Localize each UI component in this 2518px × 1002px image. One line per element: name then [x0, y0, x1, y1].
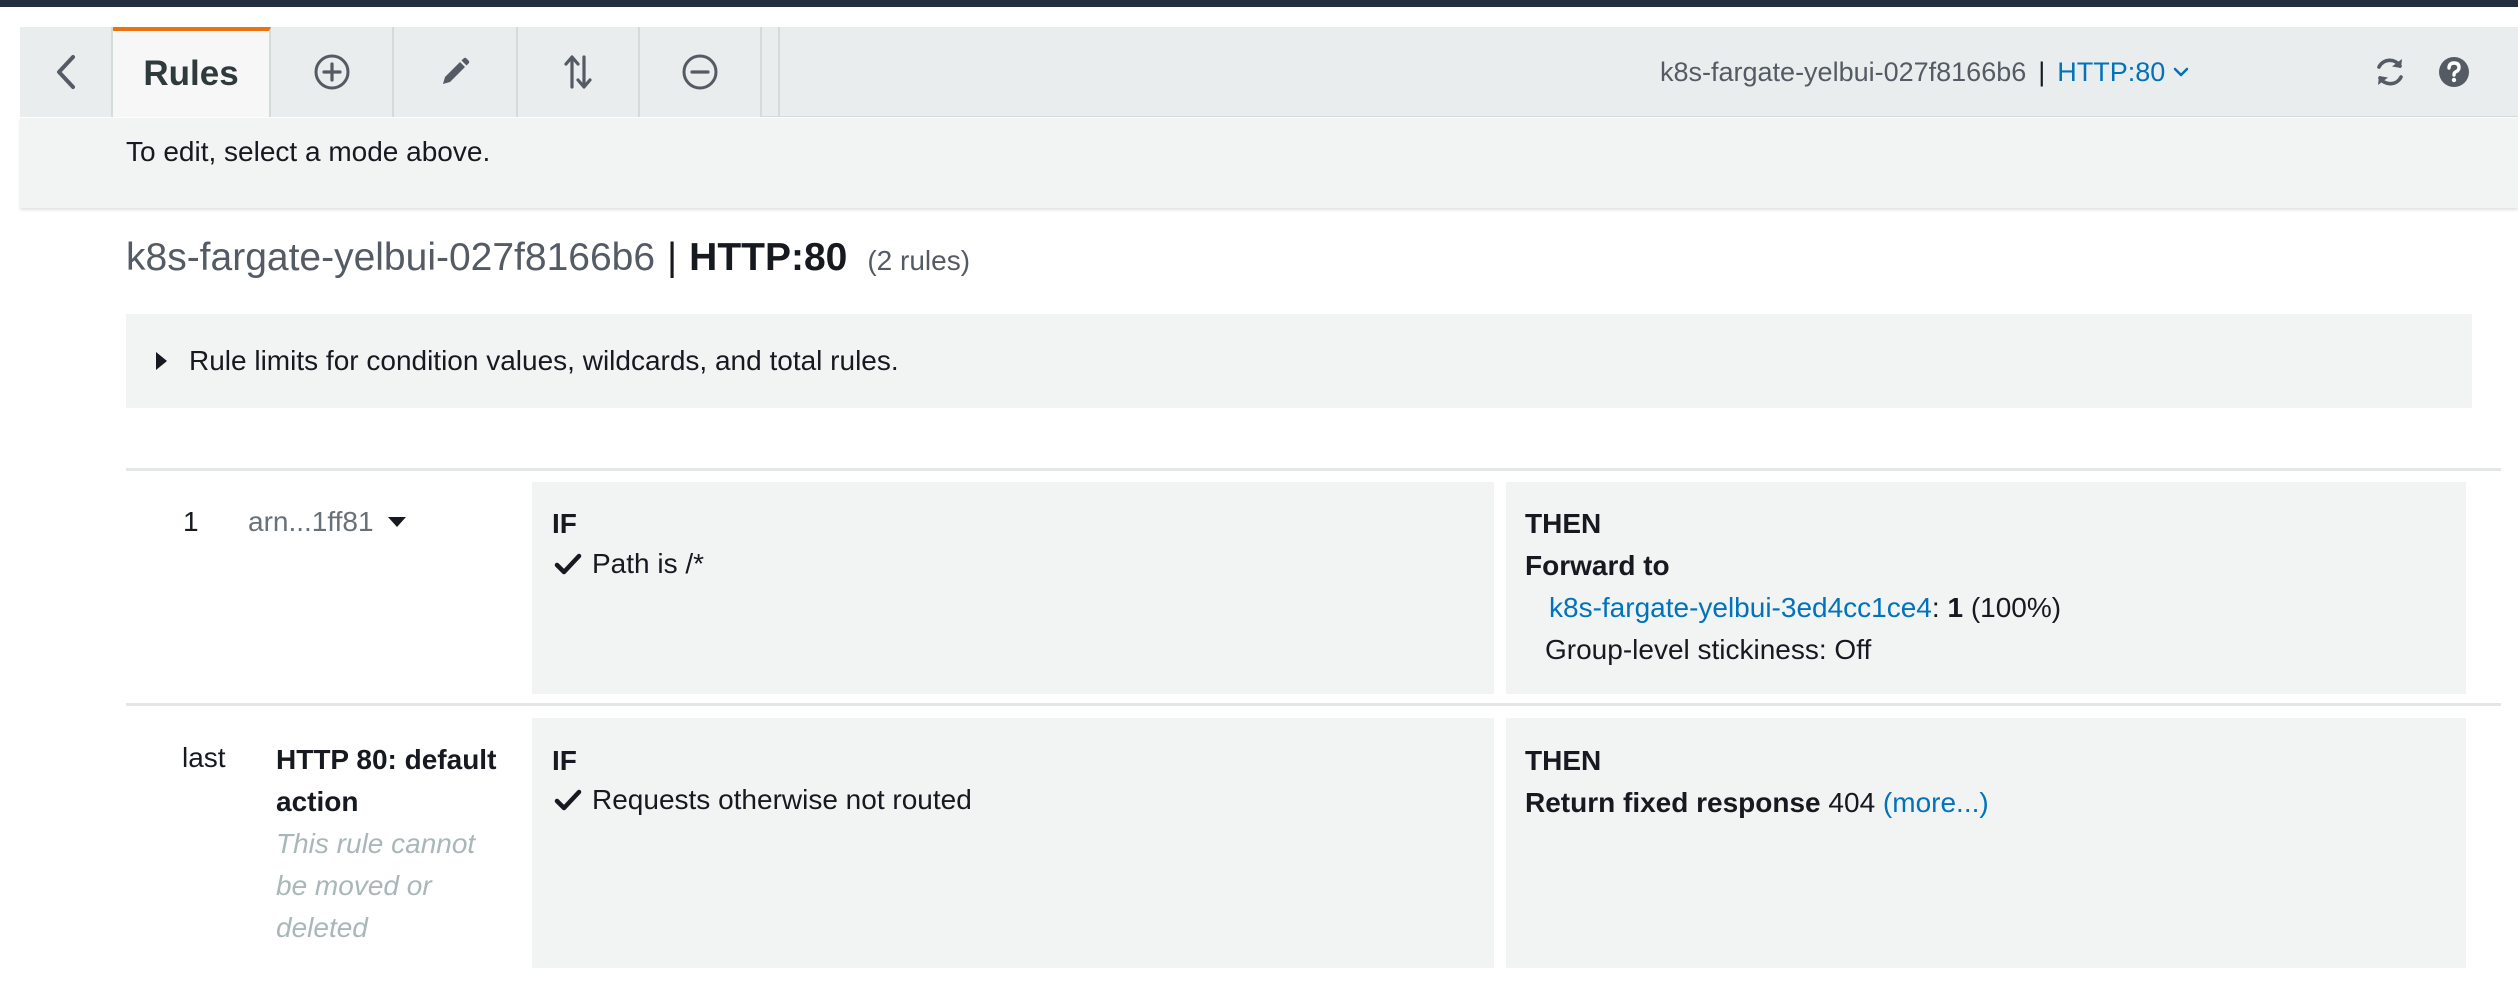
target-weight-percent: (100%) — [1970, 592, 2062, 623]
rule-1-target-line: k8s-fargate-yelbui-3ed4cc1ce4: 1 (100%) — [1549, 592, 2061, 624]
delete-rules-button[interactable] — [640, 27, 762, 117]
rule-1-if-panel: IF Path is /* — [532, 482, 1494, 694]
caret-right-icon — [156, 352, 167, 370]
back-button[interactable] — [20, 27, 113, 117]
pencil-icon — [443, 57, 470, 84]
rules-toolbar: Rules k8s-fargate-yelbui-027f8166b6 | HT… — [20, 27, 2518, 117]
target-weight: 1 — [1947, 592, 1964, 623]
heading-separator: | — [667, 236, 678, 279]
rule-default-condition-text: Requests otherwise not routed — [592, 784, 972, 815]
toolbar-load-balancer-name: k8s-fargate-yelbui-027f8166b6 — [1660, 56, 2027, 87]
chevron-down-icon — [2174, 67, 2189, 77]
rule-limits-label: Rule limits for condition values, wildca… — [189, 345, 899, 376]
rule-default-action: Return fixed response — [1525, 787, 1821, 818]
rule-default-action-line: Return fixed response 404 (more...) — [1525, 787, 1989, 819]
rule-1-arn-dropdown[interactable]: arn...1ff81 — [248, 506, 406, 538]
more-details-link[interactable]: (more...) — [1883, 787, 1989, 818]
rule-default-if-panel: IF Requests otherwise not routed — [532, 718, 1494, 968]
rule-default-then-panel: THEN Return fixed response 404 (more...) — [1506, 718, 2466, 968]
toolbar-separator: | — [2038, 56, 2046, 87]
rule-1-then-label: THEN — [1525, 508, 1602, 539]
rule-divider — [126, 703, 2501, 706]
console-header-strip — [0, 0, 2518, 7]
rule-1-action: Forward to — [1525, 550, 1670, 581]
refresh-icon[interactable] — [2372, 54, 2408, 90]
rule-1-arn: arn...1ff81 — [248, 506, 374, 537]
edit-rules-button[interactable] — [394, 27, 518, 117]
chevron-left-icon — [56, 55, 75, 89]
listener-selector: k8s-fargate-yelbui-027f8166b6 | HTTP:80 — [1660, 27, 2360, 117]
reorder-rules-button[interactable] — [518, 27, 640, 117]
checkmark-icon — [554, 553, 582, 575]
rule-default-name: HTTP 80: default action — [276, 744, 497, 817]
minus-circle-icon — [682, 54, 718, 90]
rule-1-priority: 1 — [183, 506, 199, 537]
rule-default-note: This rule cannot be moved or deleted — [276, 828, 476, 943]
fixed-response-code: 404 — [1828, 787, 1876, 818]
rule-1-condition-text: Path is /* — [592, 548, 705, 579]
rule-limits-expander[interactable]: Rule limits for condition values, wildca… — [126, 314, 2472, 408]
reorder-arrows-icon — [564, 55, 592, 89]
rule-default-if-label: IF — [552, 745, 577, 776]
checkmark-icon — [554, 789, 582, 811]
plus-circle-icon — [314, 54, 349, 90]
mode-info-message: To edit, select a mode above. — [126, 136, 491, 167]
rule-default-then-label: THEN — [1525, 745, 1602, 776]
heading-load-balancer-name: k8s-fargate-yelbui-027f8166b6 — [126, 236, 656, 279]
tab-rules[interactable]: Rules — [113, 27, 271, 117]
caret-down-icon — [387, 517, 406, 527]
rule-1-stickiness: Group-level stickiness: Off — [1545, 634, 1872, 665]
toolbar-divider — [762, 27, 780, 117]
rule-1-condition: Path is /* — [554, 548, 704, 580]
weight-separator: : — [1931, 592, 1940, 623]
mode-info-bar: To edit, select a mode above. — [20, 118, 2518, 208]
rule-default-condition: Requests otherwise not routed — [554, 784, 972, 816]
rule-1-then-panel: THEN Forward to k8s-fargate-yelbui-3ed4c… — [1506, 482, 2466, 694]
tab-rules-label: Rules — [143, 54, 239, 93]
listener-dropdown-label: HTTP:80 — [2057, 56, 2166, 87]
rule-divider — [126, 468, 2501, 471]
listener-dropdown[interactable]: HTTP:80 — [2057, 57, 2189, 88]
page-title: k8s-fargate-yelbui-027f8166b6 | HTTP:80 … — [126, 236, 970, 284]
rule-count: (2 rules) — [867, 245, 971, 276]
help-icon[interactable] — [2436, 54, 2472, 90]
heading-listener: HTTP:80 — [689, 236, 848, 279]
rule-1-if-label: IF — [552, 508, 577, 539]
add-rules-button[interactable] — [271, 27, 394, 117]
target-group-link[interactable]: k8s-fargate-yelbui-3ed4cc1ce4 — [1549, 592, 1932, 623]
rule-default-priority: last — [182, 742, 226, 773]
